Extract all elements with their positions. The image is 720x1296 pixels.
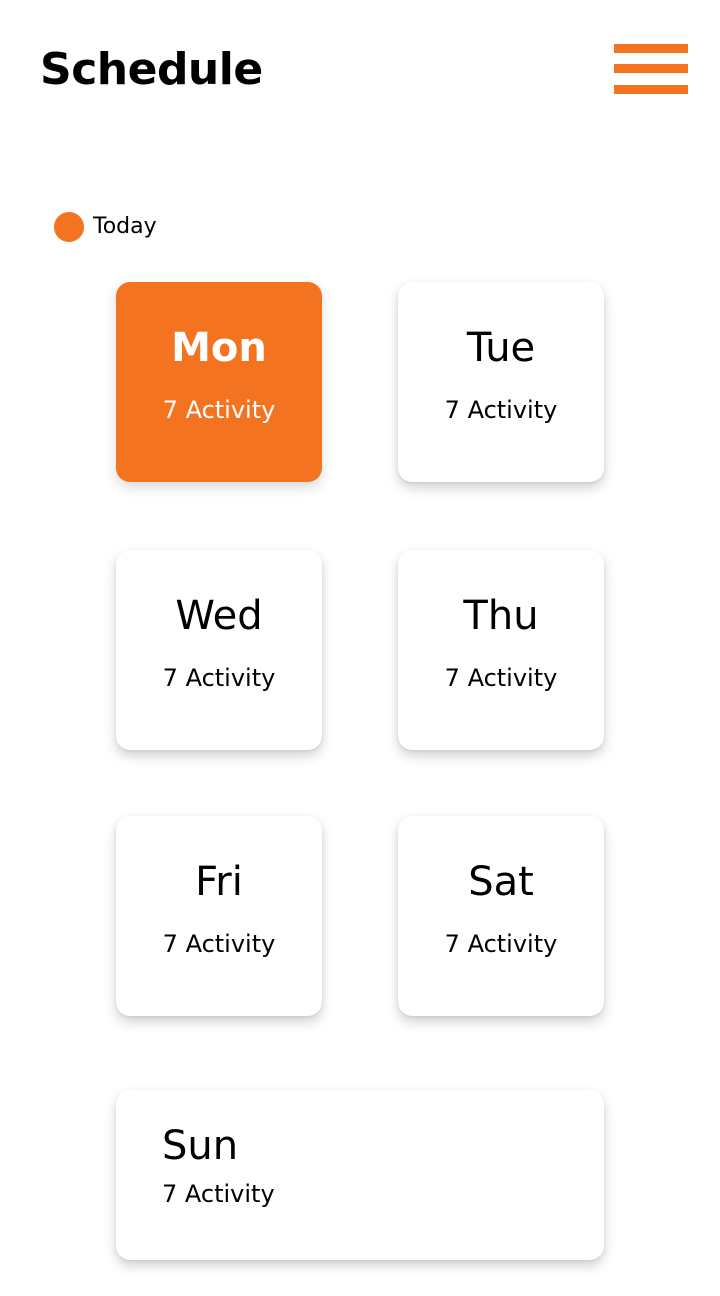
activity-count: 7 Activity bbox=[162, 396, 276, 424]
day-name: Tue bbox=[466, 325, 536, 371]
day-card-wed[interactable]: Wed 7 Activity bbox=[116, 550, 322, 750]
menu-button[interactable] bbox=[612, 42, 688, 96]
day-card-sun[interactable]: Sun 7 Activity bbox=[116, 1090, 604, 1260]
day-name: Thu bbox=[463, 593, 539, 639]
day-name: Mon bbox=[171, 325, 267, 371]
day-name: Sat bbox=[468, 859, 534, 905]
day-card-thu[interactable]: Thu 7 Activity bbox=[398, 550, 604, 750]
day-card-tue[interactable]: Tue 7 Activity bbox=[398, 282, 604, 482]
day-card-mon[interactable]: Mon 7 Activity bbox=[116, 282, 322, 482]
hamburger-menu-icon-bar bbox=[614, 85, 688, 94]
day-name: Fri bbox=[195, 859, 243, 905]
activity-count: 7 Activity bbox=[162, 930, 276, 958]
page-title: Schedule bbox=[40, 44, 263, 95]
today-legend-label: Today bbox=[93, 214, 157, 239]
activity-count: 7 Activity bbox=[162, 664, 276, 692]
activity-count: 7 Activity bbox=[444, 396, 558, 424]
day-name: Wed bbox=[175, 593, 263, 639]
activity-count: 7 Activity bbox=[444, 664, 558, 692]
hamburger-menu-icon-bar bbox=[614, 64, 688, 73]
today-dot-icon bbox=[54, 212, 84, 242]
day-name: Sun bbox=[162, 1123, 239, 1169]
activity-count: 7 Activity bbox=[444, 930, 558, 958]
hamburger-menu-icon-bar bbox=[614, 44, 688, 53]
activity-count: 7 Activity bbox=[162, 1180, 275, 1208]
today-legend: Today bbox=[54, 212, 157, 242]
day-card-sat[interactable]: Sat 7 Activity bbox=[398, 816, 604, 1016]
day-card-fri[interactable]: Fri 7 Activity bbox=[116, 816, 322, 1016]
